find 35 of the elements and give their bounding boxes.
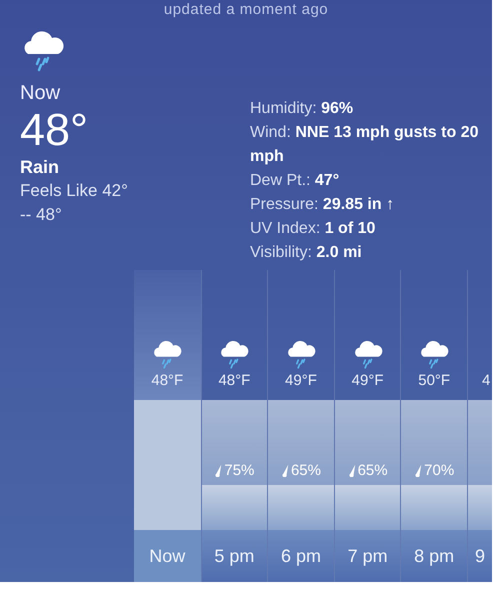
- hour-temperature: 48°F: [218, 372, 250, 390]
- detail-text: Visibility: 2.0 mi: [250, 243, 363, 263]
- raindrop-icon: [214, 464, 222, 477]
- hour-cell: 7 pm: [334, 530, 400, 582]
- current-temperature: 48°: [20, 105, 90, 155]
- hour-cell: 9: [468, 530, 492, 582]
- precipitation-chance: 75%: [224, 462, 254, 479]
- current-label: Now: [20, 81, 62, 105]
- feels-like-text: Feels Like 42°: [20, 180, 128, 202]
- hour-temperature: 48°F: [151, 372, 184, 390]
- hour-cell: 5 pm: [202, 530, 268, 582]
- hour-temperature: 4: [482, 372, 490, 390]
- update-status: updated a moment ago: [164, 2, 328, 18]
- high-low-text: -- 48°: [20, 204, 62, 226]
- hour-cell: Now: [134, 530, 201, 582]
- raindrop-icon: [280, 464, 289, 477]
- hour-temperature: 49°F: [285, 372, 317, 390]
- precipitation-chance: 65%: [290, 462, 321, 479]
- hour-temperature: 49°F: [352, 372, 384, 390]
- detail-text: Wind: NNE 13 mph gusts to 20 mph: [250, 123, 480, 167]
- precipitation-chance: 65%: [358, 462, 388, 479]
- raindrop-icon: [414, 464, 422, 477]
- hour-temperature: 50°F: [418, 372, 450, 390]
- rain-cloud-icon: [218, 340, 250, 369]
- hour-cell: 6 pm: [268, 530, 334, 582]
- raindrop-icon: [348, 464, 356, 477]
- precipitation-chance: 70%: [424, 462, 454, 479]
- condition-text: Rain: [20, 156, 60, 179]
- detail-text: Humidity: 96%: [250, 99, 354, 119]
- hour-cell: 8 pm: [401, 530, 467, 582]
- rain-cloud-icon: [418, 340, 450, 369]
- detail-text: UV Index: 1 of 10: [250, 219, 376, 239]
- detail-text: Pressure: 29.85 in ↑: [250, 195, 396, 215]
- detail-text: Dew Pt.: 47°: [250, 171, 340, 191]
- rain-cloud-icon: [151, 340, 184, 369]
